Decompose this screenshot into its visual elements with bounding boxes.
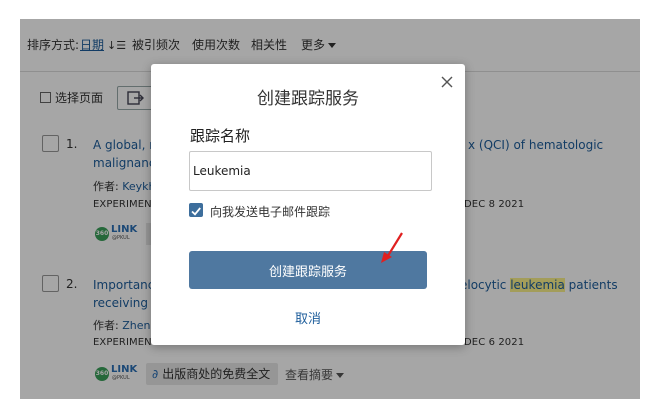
checkmark-icon <box>191 207 201 216</box>
alert-name-input[interactable] <box>189 151 432 191</box>
alert-name-label: 跟踪名称 <box>190 127 251 145</box>
dialog-title: 创建跟踪服务 <box>257 89 359 109</box>
close-icon[interactable] <box>438 73 456 91</box>
annotation-arrow-icon <box>381 232 403 263</box>
cancel-link[interactable]: 取消 <box>151 308 465 327</box>
email-alert-checkbox[interactable] <box>189 203 203 217</box>
create-alert-dialog: 创建跟踪服务 跟踪名称 向我发送电子邮件跟踪 创建跟踪服务 取消 <box>151 64 465 345</box>
email-alert-label[interactable]: 向我发送电子邮件跟踪 <box>210 203 330 220</box>
